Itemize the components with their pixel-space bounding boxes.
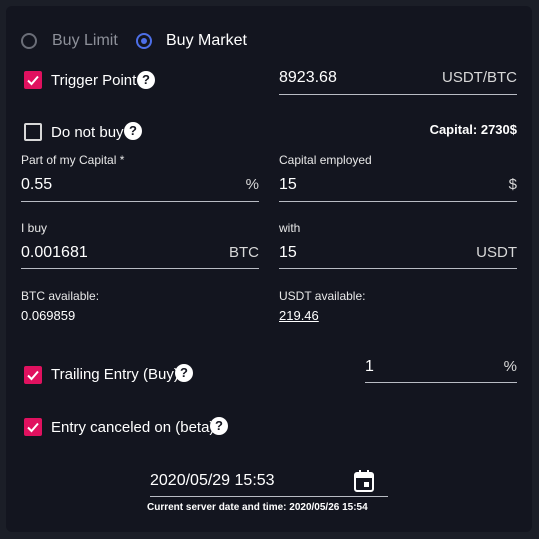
checkmark-icon [27,75,39,86]
part-capital-input[interactable]: 0.55 [21,176,52,194]
checkmark-icon [27,422,39,433]
buy-market-label[interactable]: Buy Market [166,32,247,50]
trailing-underline [365,382,517,383]
i-buy-label: I buy [21,221,48,235]
with-unit: USDT [476,244,517,261]
i-buy-input[interactable]: 0.001681 [21,244,88,262]
calendar-icon[interactable] [354,470,374,497]
entry-canceled-help-icon[interactable]: ? [210,417,228,435]
trailing-entry-checkbox[interactable] [24,366,42,384]
trailing-entry-label: Trailing Entry (Buy) [51,366,179,383]
i-buy-underline [21,268,259,269]
capital-text: Capital: 2730$ [429,122,517,137]
trigger-unit: USDT/BTC [442,69,517,86]
capital-employed-underline [279,201,517,202]
buy-limit-label[interactable]: Buy Limit [52,32,118,50]
server-time-text: Current server date and time: 2020/05/26… [147,502,368,513]
datetime-underline [150,496,388,497]
trailing-unit: % [503,358,517,375]
usdt-available-label: USDT available: [279,289,366,303]
trigger-help-icon[interactable]: ? [137,71,155,89]
do-not-buy-checkbox[interactable] [24,123,42,141]
do-not-buy-label: Do not buy [51,124,124,141]
trigger-point-label: Trigger Point [51,72,137,89]
trailing-help-icon[interactable]: ? [175,364,193,382]
capital-employed-label: Capital employed [279,153,372,167]
with-underline [279,268,517,269]
entry-canceled-checkbox[interactable] [24,418,42,436]
part-capital-underline [21,201,259,202]
trigger-price-input[interactable]: 8923.68 [279,69,337,87]
buy-limit-radio[interactable] [21,33,37,49]
trailing-percent-input[interactable]: 1 [365,358,374,376]
datetime-input[interactable]: 2020/05/29 15:53 [150,472,275,490]
btc-available-value: 0.069859 [21,308,76,323]
i-buy-unit: BTC [229,244,259,261]
usdt-available-link[interactable]: 219.46 [279,308,319,323]
part-capital-unit: % [245,176,259,193]
buy-market-radio[interactable] [136,33,152,49]
trigger-underline [279,94,517,95]
entry-canceled-label: Entry canceled on (beta) [51,419,215,436]
with-input[interactable]: 15 [279,244,297,262]
capital-employed-input[interactable]: 15 [279,176,297,194]
trigger-point-checkbox[interactable] [24,71,42,89]
do-not-buy-help-icon[interactable]: ? [124,122,142,140]
order-panel: Buy Limit Buy Market Trigger Point ? 892… [6,6,532,532]
capital-employed-unit: $ [508,176,517,193]
part-capital-label: Part of my Capital * [21,153,125,167]
btc-available-label: BTC available: [21,289,100,303]
with-label: with [279,221,301,235]
checkmark-icon [27,370,39,381]
